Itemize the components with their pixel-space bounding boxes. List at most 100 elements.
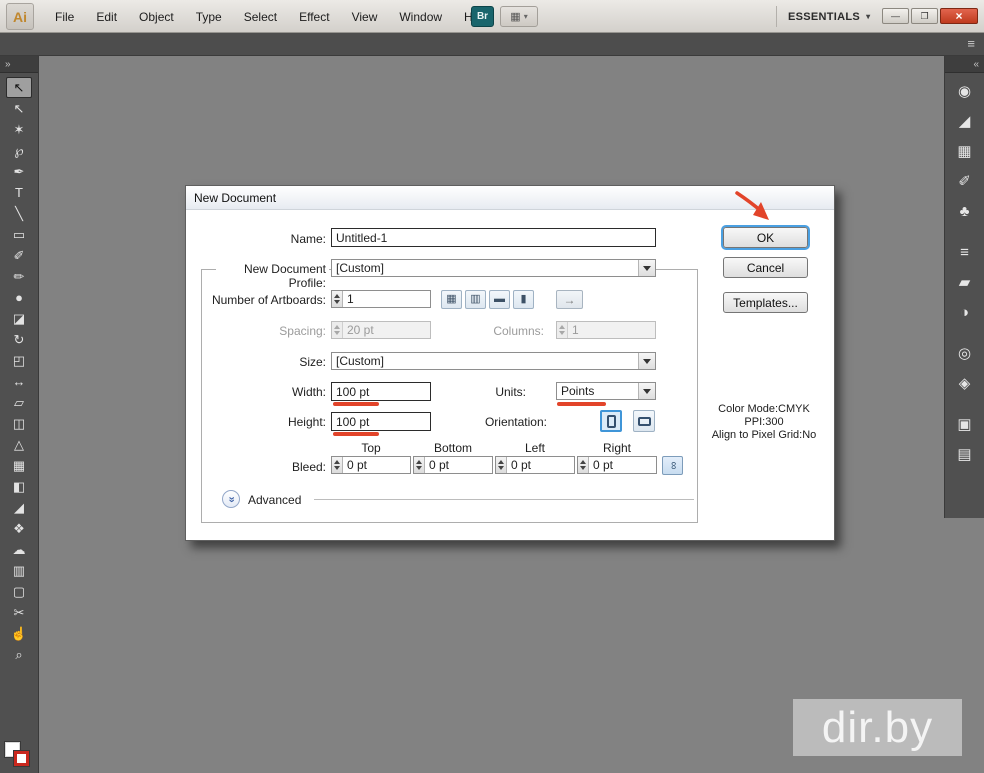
symbols-panel-icon[interactable]: ♣ xyxy=(951,199,979,224)
brushes-panel-icon[interactable]: ✐ xyxy=(951,169,979,194)
tool-icon: ◪ xyxy=(13,312,25,325)
orientation-landscape-button[interactable] xyxy=(633,410,655,432)
dock-header[interactable]: « xyxy=(945,56,984,73)
bleed-bottom-input[interactable]: 0 pt xyxy=(413,456,493,474)
width-input[interactable]: 100 pt xyxy=(331,382,431,401)
stroke-swatch[interactable] xyxy=(14,751,29,766)
fill-stroke-swatches[interactable] xyxy=(5,742,33,768)
shape-builder-tool[interactable]: ◫ xyxy=(6,413,32,434)
menu-effect[interactable]: Effect xyxy=(288,0,340,33)
bridge-button[interactable]: Br xyxy=(471,6,494,27)
arrange-by-column-button[interactable]: ▮ xyxy=(513,290,534,309)
pencil-tool[interactable]: ✏ xyxy=(6,266,32,287)
close-button[interactable]: × xyxy=(940,8,978,24)
bleed-right-input[interactable]: 0 pt xyxy=(577,456,657,474)
name-input[interactable]: Untitled-1 xyxy=(331,228,656,247)
gradient-panel-icon[interactable]: ◢ xyxy=(951,109,979,134)
type-tool[interactable]: T xyxy=(6,182,32,203)
panel-icon: ◈ xyxy=(959,376,971,391)
perspective-grid-tool[interactable]: △ xyxy=(6,434,32,455)
workspace-switcher[interactable]: ESSENTIALS ▾ xyxy=(788,8,870,25)
menu-select[interactable]: Select xyxy=(233,0,288,33)
stroke-panel-icon[interactable]: ≡ xyxy=(951,240,979,265)
height-input[interactable]: 100 pt xyxy=(331,412,431,431)
profile-select[interactable]: [Custom] xyxy=(331,259,656,277)
layout-icon: ▮ xyxy=(520,294,526,305)
ok-button[interactable]: OK xyxy=(723,227,808,248)
arrange-documents-button[interactable]: ▦ ▾ xyxy=(500,6,538,27)
bleed-link-button[interactable]: ∞ xyxy=(662,456,683,475)
stepper-icon[interactable] xyxy=(496,457,507,473)
panel-dock: « ◉ ◢ ▦ ✐ ♣ ≡ ▰ ◑ ◎ ◈ ▣ ▤ xyxy=(944,56,984,518)
size-select[interactable]: [Custom] xyxy=(331,352,656,370)
advanced-toggle-button[interactable]: » xyxy=(222,490,240,508)
artboard-tool[interactable]: ▢ xyxy=(6,581,32,602)
layout-icon: ▥ xyxy=(470,294,480,305)
line-segment-tool[interactable]: ╲ xyxy=(6,203,32,224)
minimize-button[interactable]: — xyxy=(882,8,909,24)
eyedropper-tool[interactable]: ◢ xyxy=(6,497,32,518)
rectangle-tool[interactable]: ▭ xyxy=(6,224,32,245)
color-panel-icon[interactable]: ◉ xyxy=(951,79,979,104)
menu-file[interactable]: File xyxy=(44,0,85,33)
orientation-portrait-button[interactable] xyxy=(600,410,622,432)
tools-panel: » ↖↖✶℘✒T╲▭✐✏●◪↻◰↔▱◫△▦◧◢❖☁▥▢✂☝⌕ xyxy=(0,56,39,773)
menu-type[interactable]: Type xyxy=(185,0,233,33)
symbol-sprayer-tool[interactable]: ☁ xyxy=(6,539,32,560)
panel-menu-icon[interactable]: ≡ xyxy=(967,36,975,51)
restore-button[interactable]: ❐ xyxy=(911,8,938,24)
navigator-panel-icon[interactable]: ▤ xyxy=(951,442,979,467)
mesh-tool[interactable]: ▦ xyxy=(6,455,32,476)
grid-by-column-button[interactable]: ▥ xyxy=(465,290,486,309)
stepper-icon[interactable] xyxy=(414,457,425,473)
hand-tool[interactable]: ☝ xyxy=(6,623,32,644)
templates-button[interactable]: Templates... xyxy=(723,292,808,313)
lasso-tool[interactable]: ℘ xyxy=(6,140,32,161)
cancel-button[interactable]: Cancel xyxy=(723,257,808,278)
appearance-panel-icon[interactable]: ▰ xyxy=(951,270,979,295)
stepper-icon xyxy=(557,322,568,338)
menu-edit[interactable]: Edit xyxy=(85,0,128,33)
tools-panel-header[interactable]: » xyxy=(0,56,38,73)
magic-wand-tool[interactable]: ✶ xyxy=(6,119,32,140)
blend-tool[interactable]: ❖ xyxy=(6,518,32,539)
grid-by-row-button[interactable]: ▦ xyxy=(441,290,462,309)
swatches-panel-icon[interactable]: ▦ xyxy=(951,139,979,164)
columns-label: Columns: xyxy=(441,324,544,338)
layers-panel-icon[interactable]: ◈ xyxy=(951,371,979,396)
rotate-tool[interactable]: ↻ xyxy=(6,329,32,350)
gradient-tool[interactable]: ◧ xyxy=(6,476,32,497)
zoom-tool[interactable]: ⌕ xyxy=(6,644,32,665)
slice-tool[interactable]: ✂ xyxy=(6,602,32,623)
stepper-icon[interactable] xyxy=(578,457,589,473)
blob-brush-tool[interactable]: ● xyxy=(6,287,32,308)
menu-window[interactable]: Window xyxy=(388,0,453,33)
menu-view[interactable]: View xyxy=(341,0,389,33)
bleed-value: 0 pt xyxy=(425,457,492,473)
column-graph-tool[interactable]: ▥ xyxy=(6,560,32,581)
rtl-layout-button[interactable]: → xyxy=(556,290,583,309)
transparency-panel-icon[interactable]: ◑ xyxy=(951,300,979,325)
eraser-tool[interactable]: ◪ xyxy=(6,308,32,329)
free-transform-tool[interactable]: ▱ xyxy=(6,392,32,413)
paintbrush-tool[interactable]: ✐ xyxy=(6,245,32,266)
arrange-by-row-button[interactable]: ▬ xyxy=(489,290,510,309)
arrange-grid-icon: ▦ xyxy=(510,10,520,23)
scale-tool[interactable]: ◰ xyxy=(6,350,32,371)
graphic-styles-panel-icon[interactable]: ◎ xyxy=(951,341,979,366)
width-tool[interactable]: ↔ xyxy=(6,371,32,392)
bleed-left-input[interactable]: 0 pt xyxy=(495,456,575,474)
artboards-panel-icon[interactable]: ▣ xyxy=(951,412,979,437)
selection-tool[interactable]: ↖ xyxy=(6,77,32,98)
bleed-top-input[interactable]: 0 pt xyxy=(331,456,411,474)
app-logo[interactable]: Ai xyxy=(6,3,34,30)
pen-tool[interactable]: ✒ xyxy=(6,161,32,182)
menu-object[interactable]: Object xyxy=(128,0,185,33)
stepper-icon[interactable] xyxy=(332,291,343,307)
units-select[interactable]: Points xyxy=(556,382,656,400)
direct-selection-tool[interactable]: ↖ xyxy=(6,98,32,119)
panel-icon: ◑ xyxy=(960,305,969,320)
artboards-input[interactable]: 1 xyxy=(331,290,431,308)
stepper-icon[interactable] xyxy=(332,457,343,473)
artboards-value: 1 xyxy=(343,291,430,307)
